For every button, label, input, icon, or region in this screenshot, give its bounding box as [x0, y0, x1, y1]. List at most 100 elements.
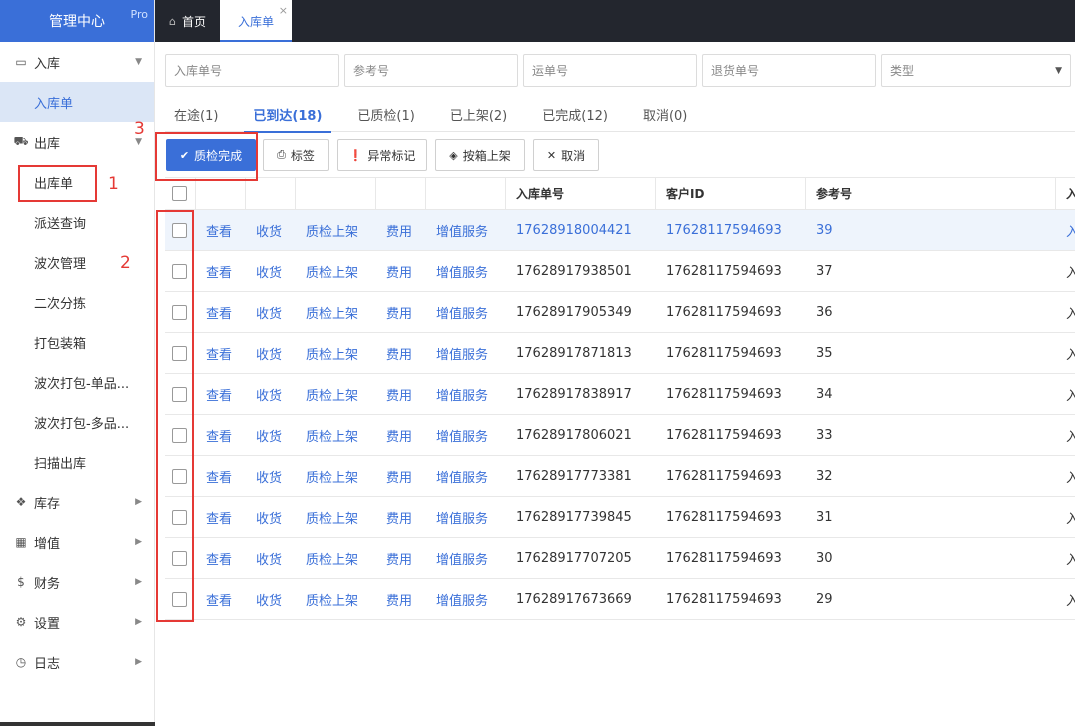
- row-action-link[interactable]: 收货: [256, 374, 282, 414]
- row-action-link[interactable]: 质检上架: [306, 333, 358, 373]
- header-inbound-no[interactable]: 入库单号: [516, 178, 564, 209]
- cell-customer-id: 17628117594693: [666, 427, 782, 443]
- row-action-link[interactable]: 收货: [256, 579, 282, 619]
- header-customer-id[interactable]: 客户ID: [666, 178, 704, 209]
- brand[interactable]: 管理中心 Pro: [0, 0, 154, 42]
- row-action-link[interactable]: 增值服务: [436, 538, 488, 578]
- sidebar-group-6[interactable]: ◷ 日志 ▶: [0, 642, 154, 682]
- row-action-link[interactable]: 费用: [386, 538, 412, 578]
- row-action-link[interactable]: 增值服务: [436, 456, 488, 496]
- cell-inbound-no: 17628917838917: [516, 386, 632, 402]
- row-action-link[interactable]: 查看: [206, 579, 232, 619]
- type-select[interactable]: 类型 ▼: [881, 54, 1071, 87]
- row-action-link[interactable]: 费用: [386, 579, 412, 619]
- sidebar-group-4[interactable]: $ 财务 ▶: [0, 562, 154, 602]
- row-action-link[interactable]: 费用: [386, 497, 412, 537]
- row-action-link[interactable]: 查看: [206, 251, 232, 291]
- sidebar-item-0-0[interactable]: 入库单: [0, 82, 154, 122]
- sidebar-item-1-2[interactable]: 波次管理: [0, 242, 154, 282]
- row-action-link[interactable]: 增值服务: [436, 251, 488, 291]
- row-action-link[interactable]: 查看: [206, 374, 232, 414]
- row-action-link[interactable]: 收货: [256, 415, 282, 455]
- sidebar-group-2[interactable]: ❖ 库存 ▶: [0, 482, 154, 522]
- row-action-link[interactable]: 收货: [256, 292, 282, 332]
- select-all-cell[interactable]: [172, 178, 187, 209]
- select-all-checkbox[interactable]: [172, 186, 187, 201]
- row-action-link[interactable]: 增值服务: [436, 333, 488, 373]
- row-action-link[interactable]: 质检上架: [306, 251, 358, 291]
- row-action-link[interactable]: 收货: [256, 210, 282, 250]
- cell-customer-id: 17628117594693: [666, 386, 782, 402]
- row-action-link[interactable]: 费用: [386, 210, 412, 250]
- row-action-link[interactable]: 增值服务: [436, 579, 488, 619]
- row-action-link[interactable]: 质检上架: [306, 579, 358, 619]
- exception-mark-button[interactable]: ❗ 异常标记: [337, 139, 427, 171]
- box-shelve-button[interactable]: ◈ 按箱上架: [435, 139, 525, 171]
- sidebar-item-1-5[interactable]: 波次打包-单品...: [0, 362, 154, 402]
- row-action-link[interactable]: 质检上架: [306, 210, 358, 250]
- sidebar-item-1-6[interactable]: 波次打包-多品...: [0, 402, 154, 442]
- waybill-no-input[interactable]: 运单号: [523, 54, 697, 87]
- sidebar-item-1-7[interactable]: 扫描出库: [0, 442, 154, 482]
- row-action-link[interactable]: 查看: [206, 497, 232, 537]
- header-more[interactable]: 入: [1066, 178, 1075, 209]
- row-action-link[interactable]: 质检上架: [306, 456, 358, 496]
- row-action-link[interactable]: 查看: [206, 456, 232, 496]
- top-tab-bar: ⌂ 首页 入库单 ×: [155, 0, 1075, 42]
- status-tab-1[interactable]: 已到达(18): [244, 96, 332, 133]
- sidebar-group-3[interactable]: ▦ 增值 ▶: [0, 522, 154, 562]
- row-action-link[interactable]: 查看: [206, 210, 232, 250]
- row-action-link[interactable]: 增值服务: [436, 415, 488, 455]
- row-action-link[interactable]: 质检上架: [306, 497, 358, 537]
- close-icon[interactable]: ×: [279, 4, 288, 17]
- cell-inbound-no: 17628917773381: [516, 468, 632, 484]
- sidebar-group-5[interactable]: ⚙ 设置 ▶: [0, 602, 154, 642]
- status-tab-5[interactable]: 取消(0): [634, 96, 696, 132]
- row-action-link[interactable]: 查看: [206, 292, 232, 332]
- row-action-link[interactable]: 收货: [256, 333, 282, 373]
- cell-inbound-no: 17628917871813: [516, 345, 632, 361]
- row-action-link[interactable]: 质检上架: [306, 374, 358, 414]
- status-tab-3[interactable]: 已上架(2): [441, 96, 516, 132]
- row-action-link[interactable]: 费用: [386, 333, 412, 373]
- status-tab-0[interactable]: 在途(1): [165, 96, 227, 132]
- sidebar-item-1-1[interactable]: 派送查询: [0, 202, 154, 242]
- sidebar-item-1-3[interactable]: 二次分拣: [0, 282, 154, 322]
- row-action-link[interactable]: 费用: [386, 456, 412, 496]
- row-action-link[interactable]: 增值服务: [436, 497, 488, 537]
- cell-more: 入: [1066, 552, 1075, 568]
- row-action-link[interactable]: 查看: [206, 415, 232, 455]
- row-action-link[interactable]: 质检上架: [306, 538, 358, 578]
- header-reference-no[interactable]: 参考号: [816, 178, 852, 209]
- status-tab-2[interactable]: 已质检(1): [348, 96, 423, 132]
- reference-no-input[interactable]: 参考号: [344, 54, 518, 87]
- row-action-link[interactable]: 增值服务: [436, 210, 488, 250]
- row-action-link[interactable]: 收货: [256, 251, 282, 291]
- row-action-link[interactable]: 费用: [386, 415, 412, 455]
- row-action-link[interactable]: 收货: [256, 538, 282, 578]
- tab-inbound-order[interactable]: 入库单 ×: [220, 0, 293, 42]
- row-action-link[interactable]: 查看: [206, 333, 232, 373]
- row-action-link[interactable]: 增值服务: [436, 292, 488, 332]
- clock-icon: ◷: [15, 655, 27, 669]
- row-action-link[interactable]: 费用: [386, 251, 412, 291]
- row-action-link[interactable]: 费用: [386, 292, 412, 332]
- cancel-button[interactable]: ✕ 取消: [533, 139, 599, 171]
- annotation-box-row-checkboxes: [156, 210, 194, 622]
- label-button[interactable]: ⎙ 标签: [263, 139, 329, 171]
- row-action-link[interactable]: 质检上架: [306, 292, 358, 332]
- cell-reference-no: 37: [816, 263, 833, 279]
- row-action-link[interactable]: 收货: [256, 497, 282, 537]
- sidebar-group-1[interactable]: ⛟ 出库 ▼: [0, 122, 154, 162]
- row-action-link[interactable]: 费用: [386, 374, 412, 414]
- sidebar-item-1-4[interactable]: 打包装箱: [0, 322, 154, 362]
- inbound-no-input[interactable]: 入库单号: [165, 54, 339, 87]
- tab-home[interactable]: ⌂ 首页: [155, 0, 220, 42]
- sidebar-group-0[interactable]: ▭ 入库 ▼: [0, 42, 154, 82]
- row-action-link[interactable]: 收货: [256, 456, 282, 496]
- return-no-input[interactable]: 退货单号: [702, 54, 876, 87]
- row-action-link[interactable]: 查看: [206, 538, 232, 578]
- row-action-link[interactable]: 质检上架: [306, 415, 358, 455]
- status-tab-4[interactable]: 已完成(12): [533, 96, 617, 132]
- row-action-link[interactable]: 增值服务: [436, 374, 488, 414]
